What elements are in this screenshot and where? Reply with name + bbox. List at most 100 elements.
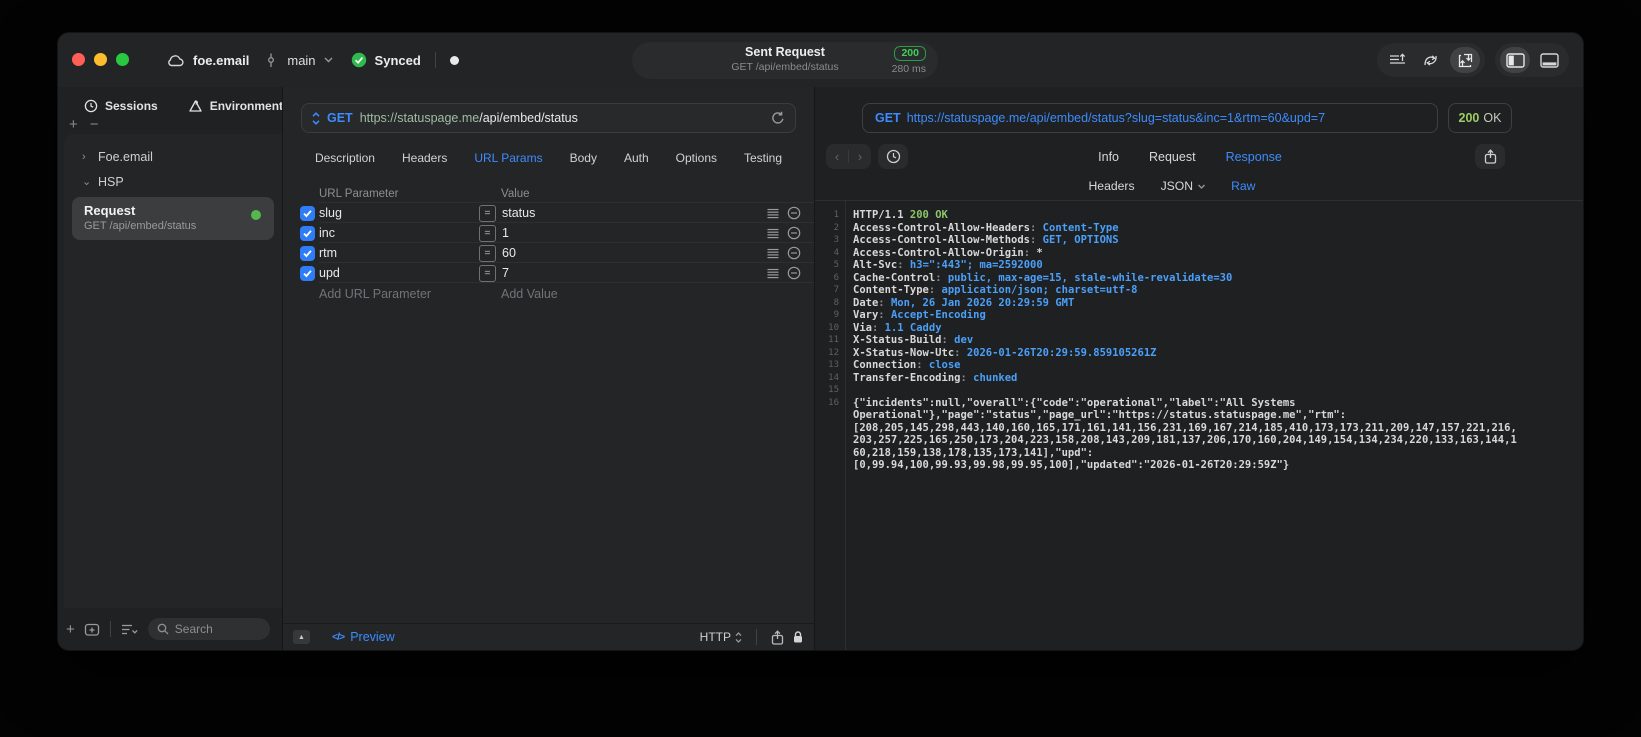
project-name[interactable]: foe.email	[193, 53, 249, 68]
request-url-text[interactable]: https://statuspage.me/api/embed/status	[360, 111, 578, 125]
code-line-16-cont-18: 203,257,225,165,250,173,204,223,158,208,…	[853, 434, 1517, 446]
session-indicator-dot	[449, 55, 459, 65]
history-clock-button[interactable]	[878, 144, 908, 169]
export-response-button[interactable]	[1475, 144, 1505, 169]
param-name-input[interactable]: rtm	[319, 246, 479, 260]
remove-param-button[interactable]	[787, 226, 801, 240]
code-line-7: 7 Content-Type: application/json; charset…	[833, 284, 1138, 296]
tab-environments[interactable]: Environments	[188, 99, 290, 113]
tab-auth[interactable]: Auth	[624, 151, 649, 165]
remove-param-button[interactable]	[787, 266, 801, 280]
response-subtabs: Headers JSON Raw	[1089, 179, 1256, 193]
add-button[interactable]: +	[69, 117, 78, 132]
remove-param-button[interactable]	[787, 206, 801, 220]
select-arrows-icon	[735, 631, 742, 643]
method-select-arrows-icon[interactable]	[312, 111, 320, 125]
tab-options[interactable]: Options	[676, 151, 717, 165]
chevron-right-icon[interactable]: ›	[82, 151, 90, 163]
send-receive-button[interactable]	[1450, 47, 1480, 73]
toggle-bottom-panel-button[interactable]	[1534, 47, 1564, 73]
tab-request[interactable]: Request	[1149, 150, 1196, 164]
remove-param-button[interactable]	[787, 246, 801, 260]
param-row: rtm = 60	[283, 243, 814, 263]
code-icon: </>	[332, 631, 345, 643]
subtab-headers[interactable]: Headers	[1089, 179, 1135, 193]
tab-sessions[interactable]: Sessions	[84, 99, 158, 113]
param-value-input[interactable]: 7	[502, 266, 509, 280]
param-enabled-checkbox[interactable]	[300, 265, 315, 281]
code-line-15: 15	[828, 385, 839, 395]
drag-handle-icon[interactable]	[767, 208, 779, 219]
chevron-down-icon[interactable]	[324, 57, 333, 63]
request-url-field[interactable]: GET https://statuspage.me/api/embed/stat…	[301, 103, 796, 133]
sent-request-pill[interactable]: Sent Request GET /api/embed/status 200 2…	[632, 42, 938, 79]
zoom-window-button[interactable]	[116, 53, 129, 66]
share-icon[interactable]	[771, 629, 784, 645]
add-url-parameter-button[interactable]: Add URL Parameter	[319, 287, 479, 301]
close-window-button[interactable]	[72, 53, 85, 66]
collapse-panel-button[interactable]: ▲	[293, 630, 310, 644]
synced-check-icon	[351, 52, 367, 68]
sidebar-request-item[interactable]: Request GET /api/embed/status	[72, 197, 274, 240]
param-enabled-checkbox[interactable]	[300, 245, 315, 261]
back-button[interactable]: ‹	[826, 149, 848, 164]
chevron-down-icon[interactable]: ⌄	[82, 175, 91, 188]
response-url-box[interactable]: GET https://statuspage.me/api/embed/stat…	[862, 103, 1438, 133]
param-enabled-checkbox[interactable]	[300, 225, 315, 241]
editor-bottom-bar: ▲ </> Preview HTTP	[283, 623, 814, 650]
equals-chip: =	[479, 204, 496, 222]
project-cluster: foe.email main Synced	[166, 33, 459, 87]
tree-item-hsp[interactable]: ⌄ HSP	[72, 169, 274, 194]
url-path: /api/embed/status	[479, 111, 578, 125]
lock-icon[interactable]	[792, 630, 804, 644]
tab-headers[interactable]: Headers	[402, 151, 447, 165]
remove-button[interactable]: −	[90, 117, 99, 132]
drag-handle-icon[interactable]	[767, 228, 779, 239]
merge-branch-button[interactable]	[1416, 47, 1446, 73]
window-controls	[72, 53, 129, 66]
forward-button[interactable]: ›	[849, 149, 871, 164]
sidebar-tree: › Foe.email ⌄ HSP Request GET /api/embed…	[64, 134, 282, 608]
toggle-left-panel-button[interactable]	[1500, 47, 1530, 73]
subtab-raw[interactable]: Raw	[1231, 179, 1255, 193]
equals-chip: =	[479, 264, 496, 282]
tab-info[interactable]: Info	[1098, 150, 1119, 164]
tab-url-params[interactable]: URL Params	[474, 151, 542, 165]
param-value-input[interactable]: 1	[502, 226, 509, 240]
minimize-window-button[interactable]	[94, 53, 107, 66]
param-name-input[interactable]: inc	[319, 226, 479, 240]
param-value-input[interactable]: 60	[502, 246, 516, 260]
sort-filter-button[interactable]	[121, 623, 139, 636]
reorder-requests-button[interactable]	[1382, 47, 1412, 73]
tab-body[interactable]: Body	[570, 151, 597, 165]
tab-testing[interactable]: Testing	[744, 151, 782, 165]
new-request-button[interactable]: +	[66, 621, 75, 638]
code-line-16-cont-17: [208,205,145,298,443,140,160,165,171,161…	[853, 421, 1517, 434]
branch-name[interactable]: main	[287, 53, 315, 68]
param-value-input[interactable]: status	[502, 206, 535, 220]
drag-handle-icon[interactable]	[767, 268, 779, 279]
params-header-row: URL Parameter Value	[283, 184, 814, 203]
tab-response[interactable]: Response	[1226, 150, 1282, 164]
sidebar-search-input[interactable]: Search	[147, 618, 270, 640]
resend-icon[interactable]	[771, 111, 785, 125]
code-line-6: 6 Cache-Control: public, max-age=15, stal…	[833, 271, 1233, 284]
preview-button[interactable]: </> Preview	[332, 630, 395, 644]
add-value-button[interactable]: Add Value	[479, 287, 762, 301]
subtab-json[interactable]: JSON	[1161, 179, 1206, 193]
tree-item-foe-email[interactable]: › Foe.email	[72, 144, 274, 169]
new-folder-button[interactable]	[84, 622, 100, 637]
response-raw-view: 1 HTTP/1.1 200 OK 2 Access-Control-Allow-He…	[815, 201, 1583, 650]
code-line-2: 2 Access-Control-Allow-Headers: Content-T…	[833, 221, 1119, 234]
divider	[756, 629, 757, 645]
param-enabled-checkbox[interactable]	[300, 205, 315, 221]
param-name-input[interactable]: slug	[319, 206, 479, 220]
tab-description[interactable]: Description	[315, 151, 375, 165]
sync-status-label[interactable]: Synced	[375, 53, 421, 68]
param-name-input[interactable]: upd	[319, 266, 479, 280]
code-line-16-cont-20: [0,99.94,100,99.93,99.98,99.95,100],"upd…	[853, 459, 1290, 471]
method-label[interactable]: GET	[327, 111, 353, 125]
drag-handle-icon[interactable]	[767, 248, 779, 259]
protocol-select[interactable]: HTTP	[700, 630, 742, 644]
request-status-dot	[251, 210, 261, 220]
